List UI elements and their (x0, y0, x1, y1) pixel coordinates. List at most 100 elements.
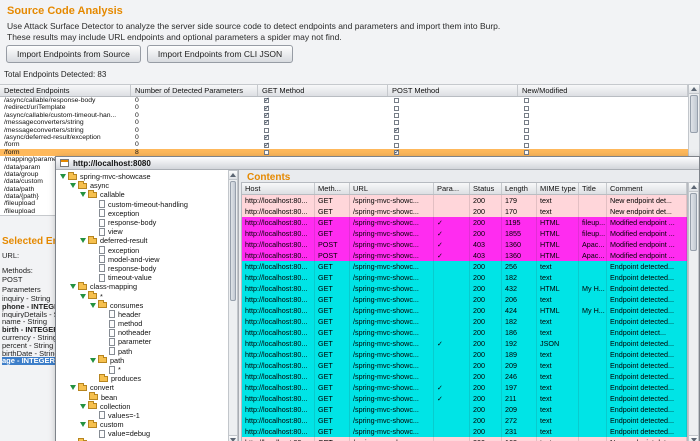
tree-node[interactable]: parameter (56, 337, 228, 346)
contents-scroll-down-button[interactable] (689, 435, 698, 441)
expander-icon[interactable] (60, 174, 66, 179)
contents-row[interactable]: http://localhost:80...GET/spring-mvc-sho… (242, 327, 687, 338)
expander-icon[interactable] (90, 358, 96, 363)
column-header-new-modified[interactable]: New/Modified (518, 85, 688, 96)
expander-icon[interactable] (90, 303, 96, 308)
post-method-checkbox[interactable] (394, 128, 399, 133)
tree-node[interactable]: values=-1 (56, 411, 228, 420)
tree-node[interactable]: callable (56, 190, 228, 199)
tree-node[interactable]: async (56, 181, 228, 190)
column-header-title[interactable]: Title (579, 183, 607, 194)
post-method-checkbox[interactable] (394, 106, 399, 111)
get-method-checkbox[interactable] (264, 106, 269, 111)
contents-row[interactable]: http://localhost:80...GET/spring-mvc-sho… (242, 305, 687, 316)
get-method-checkbox[interactable] (264, 135, 269, 140)
post-method-checkbox[interactable] (394, 113, 399, 118)
tree-node[interactable]: header (56, 310, 228, 319)
tree-node[interactable]: notheader (56, 328, 228, 337)
new-modified-checkbox[interactable] (524, 143, 529, 148)
get-method-checkbox[interactable] (264, 113, 269, 118)
tree-node[interactable]: bean (56, 393, 228, 402)
column-header-detected-endpoints[interactable]: Detected Endpoints (0, 85, 131, 96)
new-modified-checkbox[interactable] (524, 113, 529, 118)
endpoint-row[interactable]: /form0 (0, 141, 688, 148)
tree-node[interactable]: custom-timeout-handling (56, 200, 228, 209)
contents-row[interactable]: http://localhost:80...GET/spring-mvc-sho… (242, 338, 687, 349)
post-method-checkbox[interactable] (394, 120, 399, 125)
contents-row[interactable]: http://localhost:80...GET/spring-mvc-sho… (242, 437, 687, 441)
contents-row[interactable]: http://localhost:80...GET/spring-mvc-sho… (242, 415, 687, 426)
expander-icon[interactable] (80, 422, 86, 427)
column-header-url[interactable]: URL (350, 183, 434, 194)
endpoints-scrollbar-thumb[interactable] (690, 95, 698, 133)
get-method-checkbox[interactable] (264, 98, 269, 103)
contents-scrollbar[interactable] (688, 182, 699, 441)
tree-node[interactable]: * (56, 365, 228, 374)
tree-node[interactable]: response-body (56, 264, 228, 273)
import-endpoints-from-source-button[interactable]: Import Endpoints from Source (6, 45, 141, 63)
post-method-checkbox[interactable] (394, 135, 399, 140)
get-method-checkbox[interactable] (264, 128, 269, 133)
tree-node[interactable]: view (56, 227, 228, 236)
tree-node[interactable]: * (56, 291, 228, 300)
tree-node[interactable]: method (56, 319, 228, 328)
column-header-comment[interactable]: Comment (607, 183, 687, 194)
endpoint-row[interactable]: /async/callable/response-body0 (0, 97, 688, 104)
new-modified-checkbox[interactable] (524, 120, 529, 125)
expander-icon[interactable] (70, 183, 76, 188)
contents-row[interactable]: http://localhost:80...POST/spring-mvc-sh… (242, 250, 687, 261)
expander-icon[interactable] (80, 238, 86, 243)
column-header-host[interactable]: Host (242, 183, 315, 194)
contents-scroll-up-button[interactable] (689, 183, 698, 192)
new-modified-checkbox[interactable] (524, 135, 529, 140)
new-modified-checkbox[interactable] (524, 98, 529, 103)
scroll-up-button[interactable] (689, 85, 699, 94)
expander-icon[interactable] (80, 404, 86, 409)
get-method-checkbox[interactable] (264, 150, 269, 155)
tree-node[interactable]: consumes (56, 301, 228, 310)
contents-row[interactable]: http://localhost:80...GET/spring-mvc-sho… (242, 228, 687, 239)
contents-row[interactable]: http://localhost:80...POST/spring-mvc-sh… (242, 239, 687, 250)
new-modified-checkbox[interactable] (524, 150, 529, 155)
tree-scrollbar[interactable] (228, 170, 238, 441)
endpoint-row[interactable]: /async/deferred-result/exception0 (0, 134, 688, 141)
column-header-get-method[interactable]: GET Method (258, 85, 388, 96)
contents-row[interactable]: http://localhost:80...GET/spring-mvc-sho… (242, 206, 687, 217)
tree-node[interactable]: deferred-result (56, 236, 228, 245)
post-method-checkbox[interactable] (394, 98, 399, 103)
endpoint-row[interactable]: /async/callable/custom-timeout-han...0 (0, 112, 688, 119)
contents-row[interactable]: http://localhost:80...GET/spring-mvc-sho… (242, 316, 687, 327)
tree-node[interactable]: collection (56, 402, 228, 411)
column-header-post-method[interactable]: POST Method (388, 85, 518, 96)
column-header-mime-type[interactable]: MIME type (537, 183, 579, 194)
new-modified-checkbox[interactable] (524, 128, 529, 133)
tree-node[interactable]: class-mapping (56, 282, 228, 291)
contents-row[interactable]: http://localhost:80...GET/spring-mvc-sho… (242, 283, 687, 294)
contents-row[interactable]: http://localhost:80...GET/spring-mvc-sho… (242, 382, 687, 393)
contents-row[interactable]: http://localhost:80...GET/spring-mvc-sho… (242, 371, 687, 382)
contents-row[interactable]: http://localhost:80...GET/spring-mvc-sho… (242, 294, 687, 305)
contents-row[interactable]: http://localhost:80...GET/spring-mvc-sho… (242, 393, 687, 404)
contents-row[interactable]: http://localhost:80...GET/spring-mvc-sho… (242, 404, 687, 415)
new-modified-checkbox[interactable] (524, 106, 529, 111)
get-method-checkbox[interactable] (264, 120, 269, 125)
tree-node[interactable]: response-body (56, 218, 228, 227)
contents-scrollbar-thumb[interactable] (690, 193, 697, 251)
column-header-status[interactable]: Status (470, 183, 502, 194)
endpoint-row[interactable]: /messageconverters/string0 (0, 119, 688, 126)
tree-node[interactable]: exception (56, 246, 228, 255)
tree-node[interactable]: custom (56, 420, 228, 429)
contents-row[interactable]: http://localhost:80...GET/spring-mvc-sho… (242, 195, 687, 206)
tree-scroll-up-button[interactable] (229, 171, 237, 180)
expander-icon[interactable] (70, 284, 76, 289)
post-method-checkbox[interactable] (394, 150, 399, 155)
column-header-number-of-detected-parameters[interactable]: Number of Detected Parameters (131, 85, 258, 96)
window-title-bar[interactable]: http://localhost:8080 (56, 157, 699, 170)
tree-node[interactable]: convert (56, 383, 228, 392)
tree-scroll-down-button[interactable] (229, 435, 237, 441)
endpoint-row[interactable]: /messageconverters/string0 (0, 127, 688, 134)
contents-row[interactable]: http://localhost:80...GET/spring-mvc-sho… (242, 349, 687, 360)
tree-node[interactable]: path (56, 356, 228, 365)
tree-node[interactable]: exception (56, 209, 228, 218)
contents-row[interactable]: http://localhost:80...GET/spring-mvc-sho… (242, 272, 687, 283)
